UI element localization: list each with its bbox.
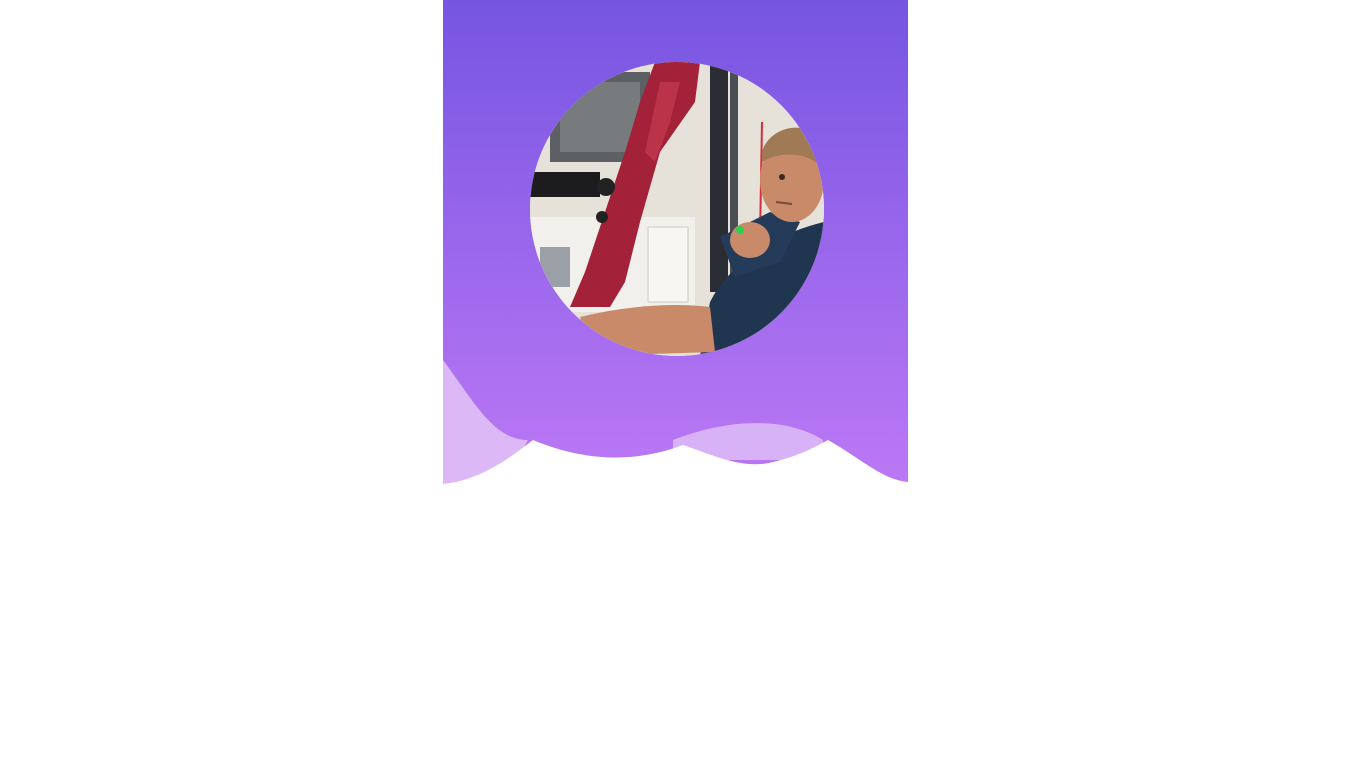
page [0,0,1366,768]
profile-avatar [530,62,824,356]
profile-photo-icon [530,62,824,356]
profile-header [443,0,908,484]
